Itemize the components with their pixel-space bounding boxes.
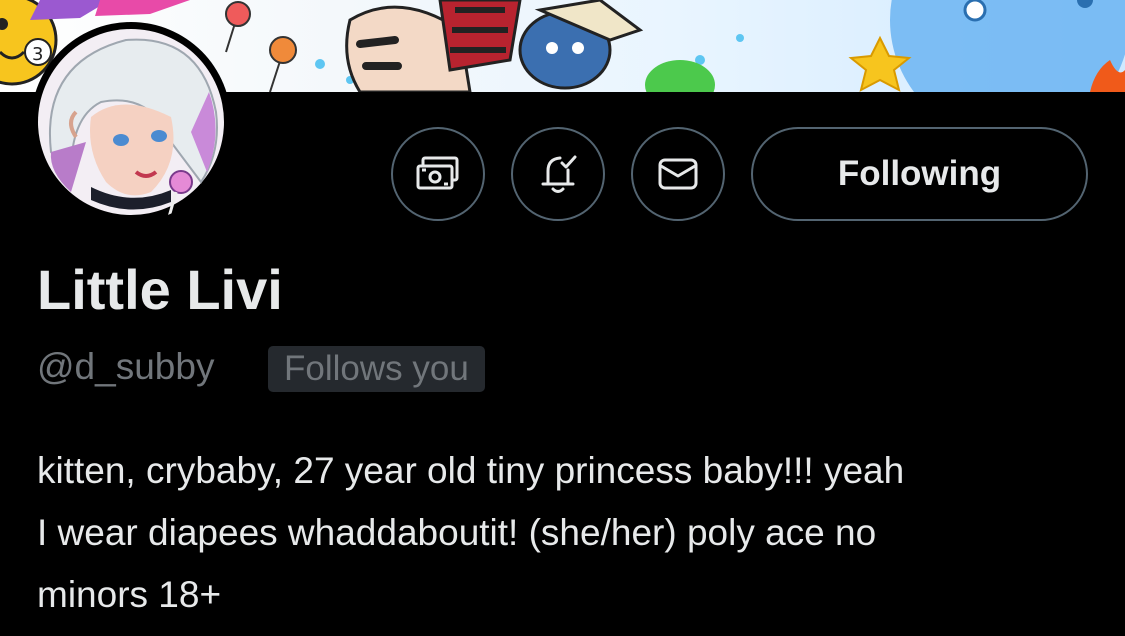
user-handle: @d_subby — [37, 346, 215, 387]
bell-check-icon — [541, 155, 577, 193]
avatar[interactable] — [31, 22, 231, 222]
following-button[interactable]: Following — [751, 127, 1088, 221]
notifications-button[interactable] — [511, 127, 605, 221]
avatar-image — [38, 29, 224, 218]
envelope-icon — [658, 158, 698, 190]
following-label: Following — [837, 154, 1002, 193]
bio-line: I wear diapees whaddaboutit! (she/her) p… — [37, 512, 877, 553]
bio-line: minors 18+ — [37, 574, 222, 615]
follows-you-badge: Follows you — [268, 346, 485, 392]
display-name: Little Livi — [37, 258, 283, 321]
profile-bio: kitten, crybaby, 27 year old tiny prince… — [37, 440, 1102, 626]
tip-button[interactable] — [391, 127, 485, 221]
message-button[interactable] — [631, 127, 725, 221]
money-icon — [416, 156, 459, 190]
bio-line: kitten, crybaby, 27 year old tiny prince… — [37, 450, 905, 491]
